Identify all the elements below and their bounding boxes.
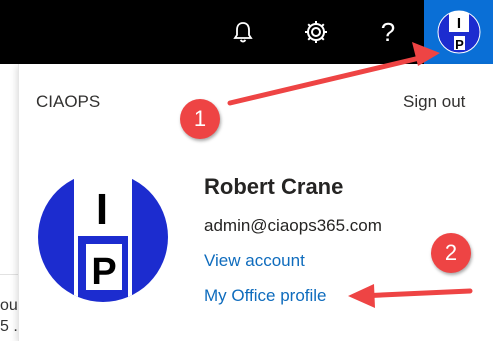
annotation-badge-2: 2 <box>431 233 471 273</box>
arrow-line-2 <box>357 288 473 299</box>
arrow-line-1 <box>227 53 431 106</box>
arrowhead-1 <box>412 42 440 66</box>
annotation-arrows <box>227 42 473 308</box>
annotation-badge-1: 1 <box>180 99 220 139</box>
arrowhead-2 <box>348 284 375 308</box>
